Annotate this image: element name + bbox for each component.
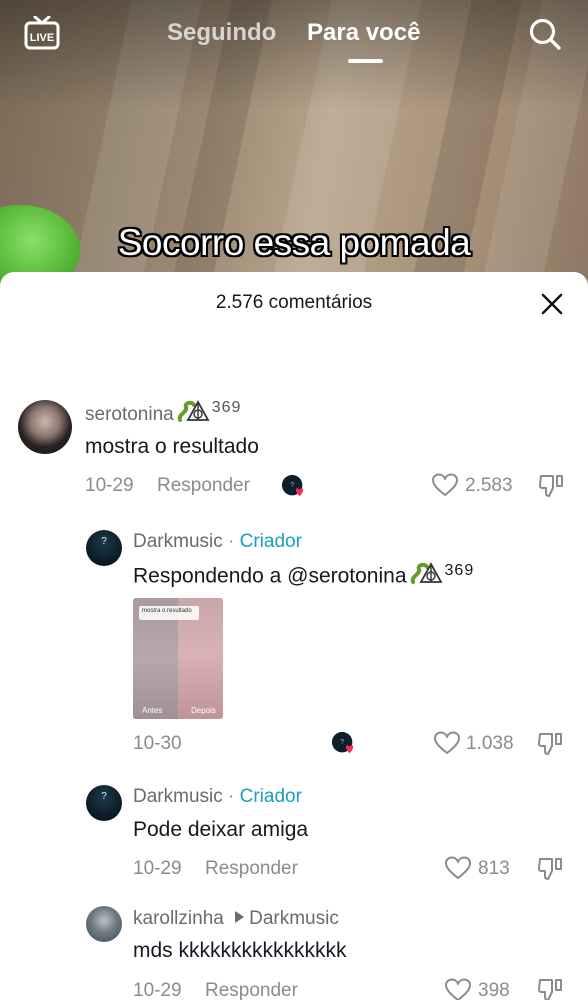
- image-label-after: Depois: [191, 706, 216, 715]
- like-heart-icon[interactable]: [445, 978, 471, 1000]
- comment-username[interactable]: Darkmusic · Criador: [133, 786, 302, 808]
- image-note: mostra o resultado: [139, 606, 199, 620]
- svg-text:?: ?: [290, 480, 294, 489]
- dislike-icon[interactable]: [537, 976, 563, 1000]
- comments-count-title: 2.576 comentários: [215, 292, 373, 313]
- like-count: 1.038: [466, 733, 514, 754]
- reply-button[interactable]: Responder: [205, 858, 298, 880]
- like-heart-icon[interactable]: [445, 856, 471, 880]
- comment-text: Respondendo a @serotonina 369: [133, 561, 475, 590]
- video-caption: Socorro essa pomada: [117, 222, 471, 263]
- comment-text: Pode deixar amiga: [133, 818, 309, 841]
- tab-following[interactable]: Seguindo: [167, 19, 276, 47]
- comment-date: 10-29: [133, 858, 182, 879]
- comment-date: 10-30: [133, 733, 182, 754]
- reply-mention-text: Respondendo a @serotonina: [133, 564, 407, 588]
- avatar[interactable]: ?: [86, 785, 122, 821]
- reply-button[interactable]: Responder: [205, 980, 298, 1000]
- comment-text: mds kkkkkkkkkkkkkkkk: [133, 939, 347, 962]
- separator: ·: [222, 531, 240, 552]
- username-text[interactable]: Darkmusic: [133, 786, 223, 807]
- reply-button[interactable]: Responder: [157, 475, 250, 497]
- comment-image[interactable]: mostra o resultado Antes Depois: [133, 598, 223, 719]
- comment-date: 10-29: [133, 980, 182, 1000]
- comment-text: mostra o resultado: [85, 435, 259, 458]
- avatar[interactable]: ?: [86, 530, 122, 566]
- top-navigation: LIVE Seguindo Para você: [0, 0, 588, 70]
- mention-suffix: 369: [444, 561, 475, 579]
- reply-arrow-icon: [235, 910, 245, 923]
- active-tab-indicator: [348, 59, 383, 63]
- comments-sheet: 2.576 comentários serotonina 369 mostra …: [0, 272, 588, 1000]
- creator-badge: Criador: [239, 531, 302, 552]
- creator-badge: Criador: [239, 786, 302, 807]
- comment-username[interactable]: karollzinha Darkmusic: [133, 908, 339, 930]
- search-icon[interactable]: [528, 17, 562, 51]
- reply-to-username[interactable]: Darkmusic: [249, 908, 339, 929]
- creator-liked-icon: ?: [281, 474, 304, 497]
- dislike-icon[interactable]: [537, 855, 563, 881]
- like-heart-icon[interactable]: [432, 473, 458, 497]
- like-heart-icon[interactable]: [434, 731, 460, 755]
- comment-username[interactable]: Darkmusic · Criador: [133, 531, 302, 553]
- comment-date: 10-29: [85, 475, 134, 496]
- avatar[interactable]: [86, 906, 122, 942]
- tab-for-you[interactable]: Para você: [307, 19, 420, 47]
- avatar[interactable]: [18, 400, 72, 454]
- image-label-before: Antes: [142, 706, 163, 715]
- like-count: 813: [478, 858, 510, 879]
- svg-text:LIVE: LIVE: [30, 32, 54, 44]
- comment-username[interactable]: serotonina 369: [85, 399, 242, 428]
- like-count: 2.583: [465, 475, 513, 496]
- svg-text:?: ?: [340, 737, 344, 746]
- username-text[interactable]: karollzinha: [133, 908, 224, 929]
- dislike-icon[interactable]: [538, 472, 564, 498]
- dislike-icon[interactable]: [537, 730, 563, 756]
- separator: ·: [222, 786, 240, 807]
- username-text[interactable]: Darkmusic: [133, 531, 223, 552]
- username-text[interactable]: serotonina: [85, 404, 174, 425]
- live-icon[interactable]: LIVE: [24, 16, 60, 50]
- creator-liked-icon: ?: [331, 731, 354, 754]
- close-icon[interactable]: [538, 290, 566, 318]
- username-suffix: 369: [211, 399, 242, 417]
- like-count: 398: [478, 980, 510, 1000]
